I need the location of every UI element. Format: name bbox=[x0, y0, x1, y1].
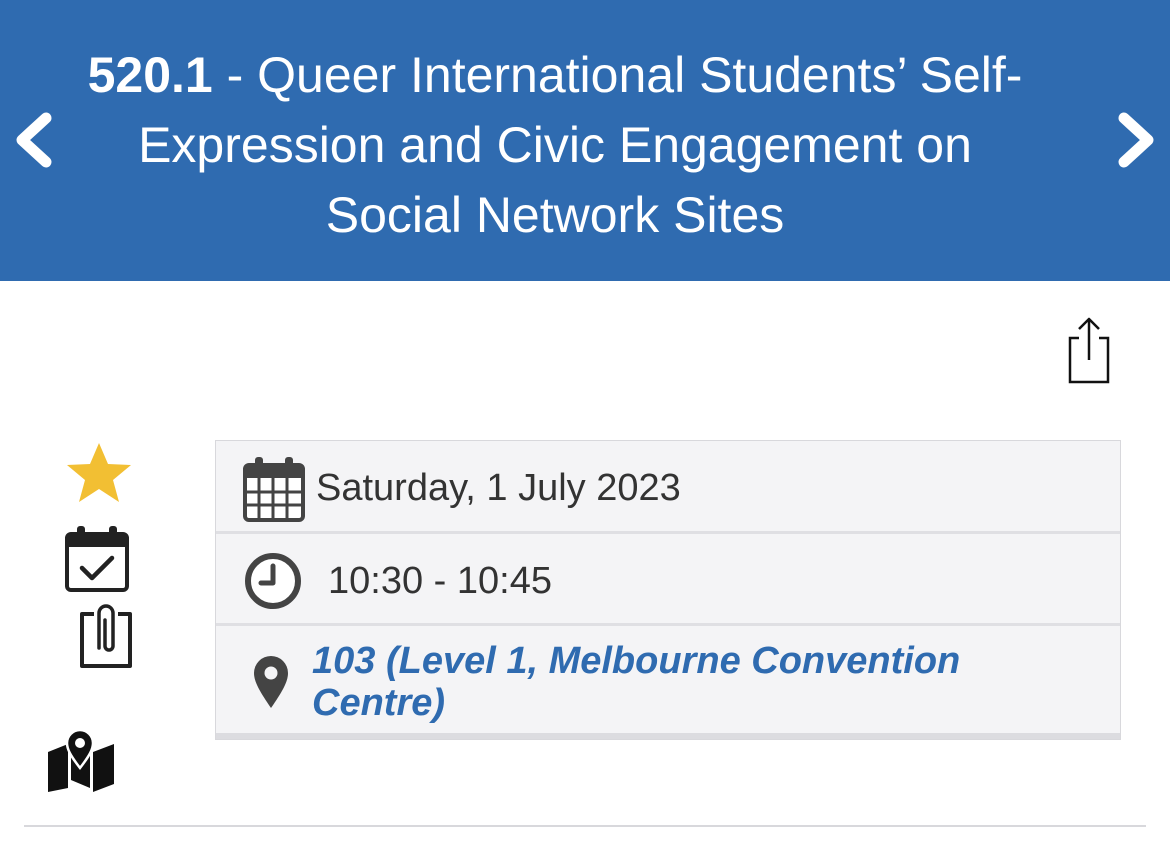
favorite-button[interactable] bbox=[64, 440, 134, 504]
next-session-button[interactable] bbox=[1110, 110, 1160, 170]
clock-icon bbox=[245, 553, 301, 609]
session-title: 520.1 - Queer International Students’ Se… bbox=[70, 40, 1040, 250]
attachments-button[interactable] bbox=[74, 602, 138, 672]
session-location-link[interactable]: 103 (Level 1, Melbourne Convention Centr… bbox=[312, 640, 1072, 724]
paperclip-icon bbox=[80, 604, 132, 668]
star-icon bbox=[67, 443, 131, 502]
session-date: Saturday, 1 July 2023 bbox=[316, 467, 681, 509]
session-time: 10:30 - 10:45 bbox=[328, 560, 552, 602]
map-button[interactable] bbox=[44, 728, 118, 792]
chevron-right-icon bbox=[1118, 112, 1154, 168]
previous-session-button[interactable] bbox=[10, 110, 60, 170]
share-button[interactable] bbox=[1062, 316, 1114, 386]
time-row: 10:30 - 10:45 bbox=[216, 531, 1120, 621]
location-row[interactable]: 103 (Level 1, Melbourne Convention Centr… bbox=[216, 623, 1120, 739]
calendar-check-icon bbox=[65, 526, 129, 592]
calendar-icon bbox=[243, 457, 305, 522]
session-details-panel: Saturday, 1 July 2023 10:30 - 10:45 103 … bbox=[215, 440, 1121, 740]
date-row: Saturday, 1 July 2023 bbox=[216, 441, 1120, 531]
location-pin-icon bbox=[254, 656, 288, 708]
session-number: 520.1 bbox=[87, 47, 213, 103]
session-title-text: - Queer International Students’ Self-Exp… bbox=[138, 47, 1023, 243]
section-divider bbox=[24, 825, 1146, 827]
share-icon bbox=[1068, 317, 1110, 384]
chevron-left-icon bbox=[16, 112, 52, 168]
map-marker-icon bbox=[48, 728, 114, 792]
session-header: 520.1 - Queer International Students’ Se… bbox=[0, 0, 1170, 281]
add-to-calendar-button[interactable] bbox=[62, 523, 132, 593]
